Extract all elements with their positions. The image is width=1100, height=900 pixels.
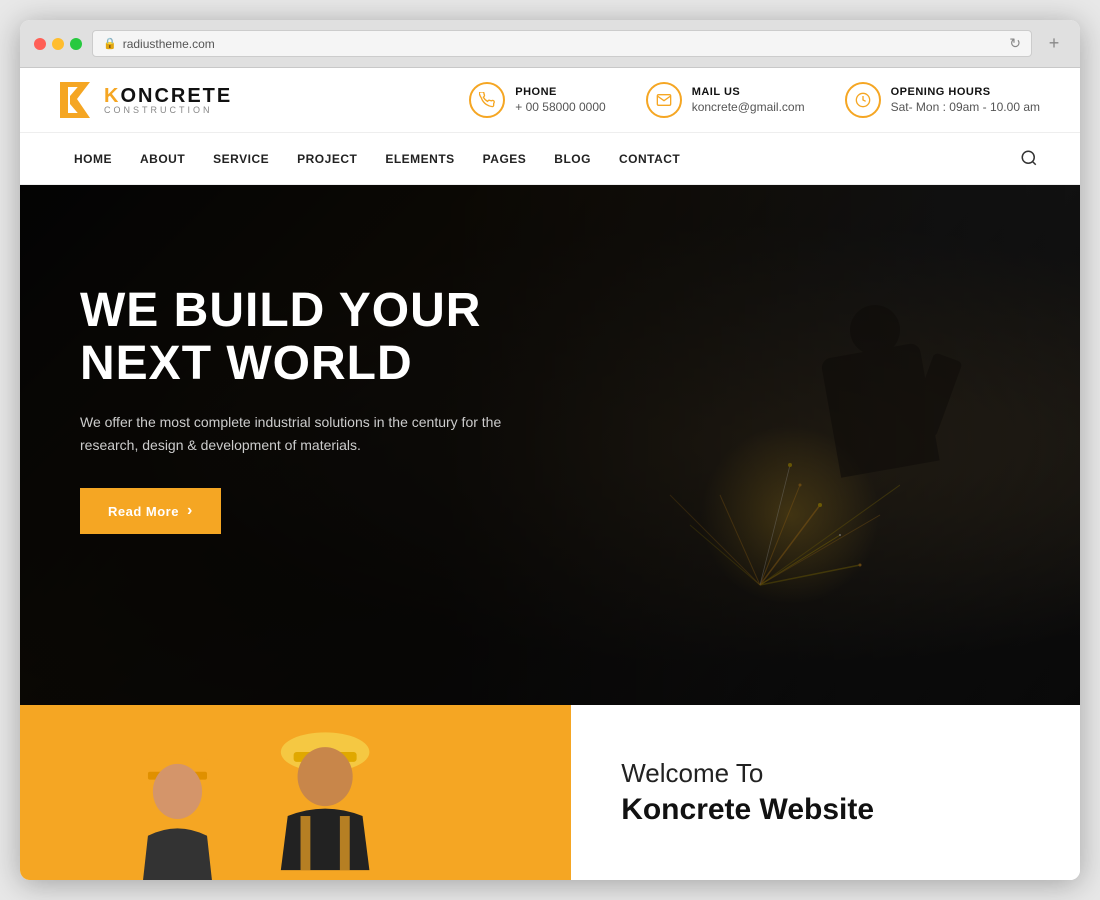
welcome-brand: Koncrete Website — [621, 793, 1030, 827]
website-content: KONCRETE CONSTRUCTION Phone + 00 58000 — [20, 68, 1080, 880]
nav-item-home[interactable]: HOME — [60, 136, 126, 182]
nav-link-contact[interactable]: CONTACT — [605, 136, 694, 182]
logo[interactable]: KONCRETE CONSTRUCTION — [60, 82, 232, 118]
hero-cta-arrow: › — [187, 502, 193, 520]
browser-chrome: 🔒 radiustheme.com ↻ + — [20, 20, 1080, 68]
phone-icon — [469, 82, 505, 118]
nav-item-contact[interactable]: CONTACT — [605, 136, 694, 182]
hero-title-line1: WE BUILD YOUR — [80, 284, 481, 337]
hero-title-line2: NEXT WORLD — [80, 337, 413, 390]
lock-icon: 🔒 — [103, 37, 117, 50]
nav-link-service[interactable]: SERVICE — [199, 136, 283, 182]
phone-label: Phone — [515, 86, 605, 98]
logo-name: KONCRETE — [104, 86, 232, 106]
hero-content: WE BUILD YOUR NEXT WORLD We offer the mo… — [20, 185, 620, 634]
hero-title: WE BUILD YOUR NEXT WORLD — [80, 285, 560, 391]
new-tab-button[interactable]: + — [1042, 32, 1066, 56]
nav-item-service[interactable]: SERVICE — [199, 136, 283, 182]
worker-illustration — [20, 705, 571, 880]
welcome-section: Welcome To Koncrete Website — [20, 705, 1080, 880]
nav-link-elements[interactable]: ELEMENTS — [371, 136, 468, 182]
nav-links: HOME ABOUT SERVICE PROJECT ELEMENTS PAGE… — [60, 136, 1020, 182]
browser-dots — [34, 38, 82, 50]
logo-text: KONCRETE CONSTRUCTION — [104, 86, 232, 115]
welcome-image-area — [20, 705, 571, 880]
hero-cta-button[interactable]: Read More › — [80, 488, 221, 534]
url-text: radiustheme.com — [123, 37, 215, 51]
phone-value: + 00 58000 0000 — [515, 100, 605, 114]
mail-label: Mail Us — [692, 86, 805, 98]
welcome-heading: Welcome To — [621, 758, 1030, 789]
mail-icon — [646, 82, 682, 118]
top-header: KONCRETE CONSTRUCTION Phone + 00 58000 — [20, 68, 1080, 133]
hero-cta-label: Read More — [108, 504, 179, 519]
close-dot[interactable] — [34, 38, 46, 50]
welcome-text: Welcome To Koncrete Website — [571, 705, 1080, 880]
refresh-button[interactable]: ↻ — [1009, 35, 1021, 52]
nav-item-pages[interactable]: PAGES — [469, 136, 541, 182]
hero-subtitle: We offer the most complete industrial so… — [80, 411, 560, 459]
maximize-dot[interactable] — [70, 38, 82, 50]
search-icon[interactable] — [1020, 149, 1040, 169]
nav-link-blog[interactable]: BLOG — [540, 136, 605, 182]
header-info: Phone + 00 58000 0000 Mail Us koncret — [469, 82, 1040, 118]
navbar: HOME ABOUT SERVICE PROJECT ELEMENTS PAGE… — [20, 133, 1080, 185]
mail-details: Mail Us koncrete@gmail.com — [692, 86, 805, 114]
logo-subtitle: CONSTRUCTION — [104, 106, 232, 115]
hours-info: Opening Hours Sat- Mon : 09am - 10.00 am — [845, 82, 1040, 118]
hero-section: WE BUILD YOUR NEXT WORLD We offer the mo… — [20, 185, 1080, 705]
hours-label: Opening Hours — [891, 86, 1040, 98]
hours-value: Sat- Mon : 09am - 10.00 am — [891, 100, 1040, 114]
nav-item-blog[interactable]: BLOG — [540, 136, 605, 182]
mail-value: koncrete@gmail.com — [692, 100, 805, 114]
nav-item-project[interactable]: PROJECT — [283, 136, 371, 182]
logo-k-letter: K — [104, 85, 120, 107]
nav-link-project[interactable]: PROJECT — [283, 136, 371, 182]
minimize-dot[interactable] — [52, 38, 64, 50]
address-bar[interactable]: 🔒 radiustheme.com ↻ — [92, 30, 1032, 57]
clock-icon — [845, 82, 881, 118]
phone-details: Phone + 00 58000 0000 — [515, 86, 605, 114]
nav-link-home[interactable]: HOME — [60, 136, 126, 182]
mail-info: Mail Us koncrete@gmail.com — [646, 82, 805, 118]
nav-link-pages[interactable]: PAGES — [469, 136, 541, 182]
nav-item-about[interactable]: ABOUT — [126, 136, 199, 182]
browser-window: 🔒 radiustheme.com ↻ + KONCRETE — [20, 20, 1080, 880]
nav-item-elements[interactable]: ELEMENTS — [371, 136, 468, 182]
nav-link-about[interactable]: ABOUT — [126, 136, 199, 182]
logo-icon — [60, 82, 96, 118]
hours-details: Opening Hours Sat- Mon : 09am - 10.00 am — [891, 86, 1040, 114]
phone-info: Phone + 00 58000 0000 — [469, 82, 605, 118]
